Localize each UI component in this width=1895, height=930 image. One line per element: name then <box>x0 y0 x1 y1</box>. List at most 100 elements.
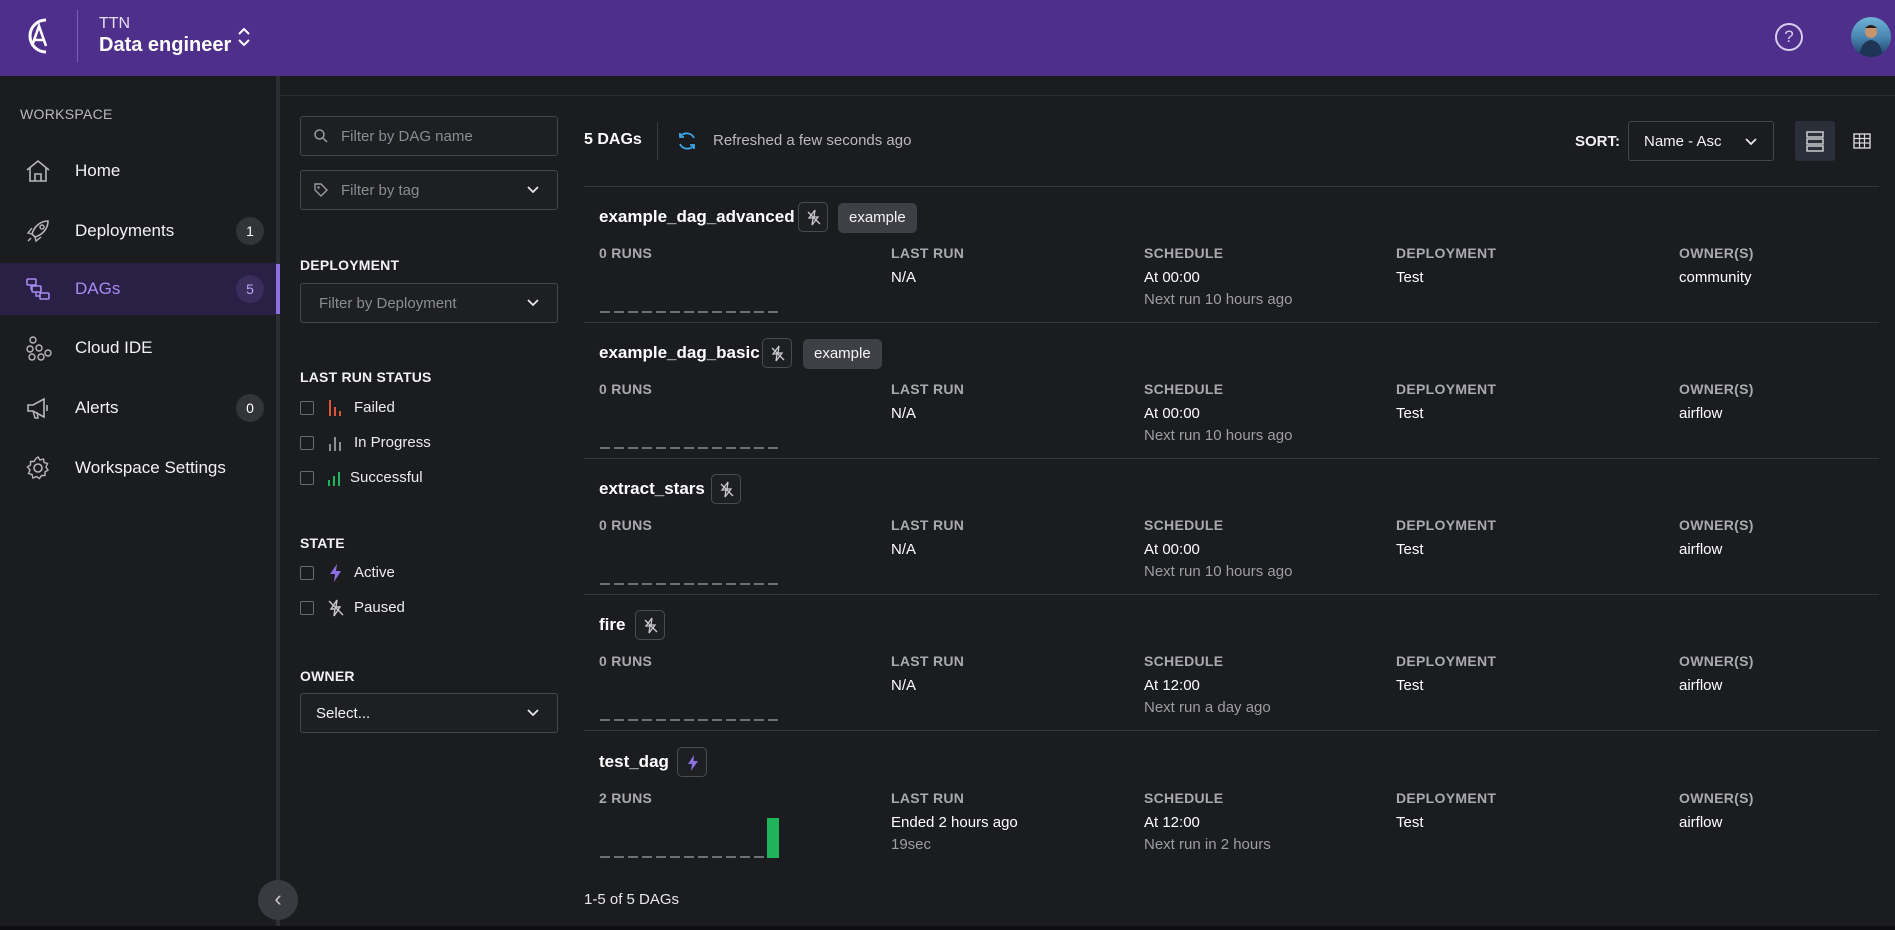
dag-name[interactable]: test_dag <box>599 752 669 772</box>
active-state-icon[interactable] <box>677 747 707 777</box>
deployment-value[interactable]: Test <box>1396 677 1424 694</box>
run-bar-empty <box>656 447 666 449</box>
dag-row[interactable]: fire 0 RUNS LAST RUN N/A SCHEDULE At 12:… <box>584 595 1879 731</box>
deployment-value[interactable]: Test <box>1396 814 1424 831</box>
run-bar-empty <box>726 583 736 585</box>
refresh-icon[interactable] <box>676 130 698 152</box>
owner-filter-title: OWNER <box>300 668 355 684</box>
runs-count: 2 RUNS <box>599 790 653 806</box>
active-checkbox[interactable] <box>300 566 314 580</box>
run-bar-empty <box>726 856 736 858</box>
runs-count: 0 RUNS <box>599 517 653 533</box>
schedule-value: At 12:00 <box>1144 814 1200 831</box>
home-icon <box>26 159 50 182</box>
collapse-sidebar-button[interactable]: ‹ <box>258 880 298 920</box>
grid-view-icon <box>1853 133 1871 149</box>
lightning-icon <box>330 564 341 582</box>
last-run-label: LAST RUN <box>891 245 965 261</box>
workspace-switch-icon[interactable] <box>235 25 253 49</box>
sort-label: SORT: <box>1575 133 1620 150</box>
alerts-count-badge: 0 <box>236 394 264 422</box>
run-bar-empty <box>754 447 764 449</box>
run-bar-empty <box>670 583 680 585</box>
run-bar-success[interactable] <box>767 818 779 858</box>
run-bar-empty <box>698 856 708 858</box>
active-nav-indicator <box>276 264 280 314</box>
sort-value: Name - Asc <box>1644 133 1722 150</box>
successful-checkbox[interactable] <box>300 471 314 485</box>
dag-row[interactable]: example_dag_basic example 0 RUNS LAST RU… <box>584 323 1879 459</box>
astronomer-logo[interactable] <box>20 14 56 58</box>
dag-name[interactable]: extract_stars <box>599 479 705 499</box>
dag-row[interactable]: extract_stars 0 RUNS LAST RUN N/A SCHEDU… <box>584 459 1879 595</box>
chevron-down-icon <box>527 186 539 194</box>
dag-name[interactable]: example_dag_basic <box>599 343 760 363</box>
megaphone-icon <box>27 397 48 419</box>
run-bar-empty <box>754 719 764 721</box>
tag-filter-select[interactable]: Filter by tag <box>300 170 558 210</box>
dag-row[interactable]: test_dag 2 RUNS LAST RUN Ended 2 hours a… <box>584 732 1879 868</box>
last-run-label: LAST RUN <box>891 790 965 806</box>
run-bar-empty <box>656 311 666 313</box>
failed-label: Failed <box>354 399 395 416</box>
run-history-bars <box>600 719 778 721</box>
run-bar-empty <box>684 447 694 449</box>
owner-value: airflow <box>1679 405 1723 422</box>
sidebar-item-workspace-settings[interactable]: Workspace Settings <box>0 442 276 494</box>
next-run: Next run 10 hours ago <box>1144 427 1293 444</box>
sidebar-item-home[interactable]: Home <box>0 145 276 197</box>
sort-select[interactable]: Name - Asc <box>1628 121 1774 161</box>
owner-value: airflow <box>1679 814 1723 831</box>
schedule-value: At 00:00 <box>1144 269 1200 286</box>
avatar[interactable] <box>1851 17 1891 57</box>
dag-name[interactable]: example_dag_advanced <box>599 207 795 227</box>
sidebar-item-alerts[interactable]: Alerts 0 <box>0 382 276 434</box>
failed-checkbox[interactable] <box>300 401 314 415</box>
run-bar-empty <box>628 583 638 585</box>
grid-view-button[interactable] <box>1842 121 1882 161</box>
deployment-value[interactable]: Test <box>1396 269 1424 286</box>
sidebar-item-cloud-ide[interactable]: Cloud IDE <box>0 322 276 374</box>
dag-tag[interactable]: example <box>803 339 882 369</box>
last-run-status-title: LAST RUN STATUS <box>300 369 432 385</box>
owner-value: airflow <box>1679 541 1723 558</box>
run-bar-empty <box>684 583 694 585</box>
next-run: Next run 10 hours ago <box>1144 563 1293 580</box>
owner-filter-value: Select... <box>316 705 371 722</box>
deployment-value[interactable]: Test <box>1396 541 1424 558</box>
run-bar-empty <box>670 447 680 449</box>
run-bar-empty <box>614 856 624 858</box>
last-run-value: N/A <box>891 677 917 694</box>
dag-tag[interactable]: example <box>838 203 917 233</box>
schedule-label: SCHEDULE <box>1144 381 1224 397</box>
owners-label: OWNER(S) <box>1679 381 1754 397</box>
deployment-filter-select[interactable]: Filter by Deployment <box>300 283 558 323</box>
paused-checkbox[interactable] <box>300 601 314 615</box>
run-bar-empty <box>754 583 764 585</box>
help-icon[interactable]: ? <box>1775 23 1803 51</box>
schedule-label: SCHEDULE <box>1144 517 1224 533</box>
sidebar-item-dags[interactable]: DAGs 5 <box>0 263 276 315</box>
owner-value: airflow <box>1679 677 1723 694</box>
paused-state-icon[interactable] <box>798 202 828 232</box>
paused-state-icon[interactable] <box>635 610 665 640</box>
deployment-label: DEPLOYMENT <box>1396 517 1497 533</box>
dag-name-filter-input[interactable]: Filter by DAG name <box>300 116 558 156</box>
successful-bars-icon <box>328 472 340 486</box>
owner-filter-select[interactable]: Select... <box>300 693 558 733</box>
run-bar-empty <box>642 447 652 449</box>
in-progress-checkbox[interactable] <box>300 436 314 450</box>
paused-state-icon[interactable] <box>711 474 741 504</box>
sidebar-item-deployments[interactable]: Deployments 1 <box>0 205 276 257</box>
deployment-value[interactable]: Test <box>1396 405 1424 422</box>
dag-row[interactable]: example_dag_advanced example 0 RUNS LAST… <box>584 187 1879 323</box>
workspace-name[interactable]: Data engineer <box>99 34 231 57</box>
list-view-button[interactable] <box>1795 121 1835 161</box>
owners-label: OWNER(S) <box>1679 517 1754 533</box>
dag-name[interactable]: fire <box>599 615 625 635</box>
run-bar-empty <box>754 311 764 313</box>
paused-state-icon[interactable] <box>762 338 792 368</box>
run-bar-empty <box>698 719 708 721</box>
run-bar-empty <box>754 856 764 858</box>
tag-icon <box>314 183 328 197</box>
